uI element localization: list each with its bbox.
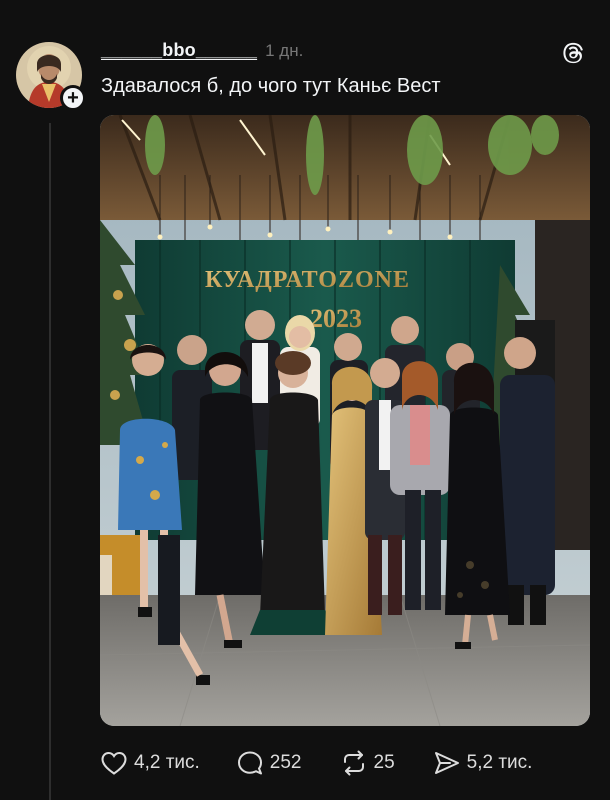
post-actions-bar: 4,2 тис. 252 25 5,2 тис.: [100, 746, 590, 780]
thread-post: + ______bbo______ 1 дн. Здавалося б, до …: [0, 0, 610, 800]
like-count: 4,2 тис.: [134, 752, 200, 773]
share-count: 5,2 тис.: [466, 752, 533, 773]
post-header: ______bbo______ 1 дн.: [101, 40, 303, 61]
photo-sign-year: 2023: [310, 304, 362, 333]
heart-icon: [101, 751, 127, 775]
threads-logo-icon[interactable]: [560, 40, 586, 66]
share-button[interactable]: 5,2 тис.: [433, 750, 533, 776]
group-photo-image: КУАДРАТОZONE 2023: [100, 115, 590, 726]
photo-sign-text: КУАДРАТОZONE: [205, 267, 410, 293]
thread-line: [49, 123, 51, 800]
follow-button[interactable]: +: [60, 85, 86, 111]
send-icon: [434, 752, 459, 774]
post-timestamp[interactable]: 1 дн.: [265, 41, 303, 61]
repost-button[interactable]: 25: [340, 750, 395, 776]
post-photo[interactable]: КУАДРАТОZONE 2023: [100, 115, 590, 726]
repost-icon: [343, 750, 364, 776]
comment-count: 252: [269, 752, 302, 773]
repost-count: 25: [373, 752, 395, 773]
like-button[interactable]: 4,2 тис.: [100, 750, 200, 776]
username-link[interactable]: ______bbo______: [101, 40, 257, 61]
post-text: Здавалося б, до чого тут Каньє Вест: [101, 75, 441, 97]
comment-bubble-icon: [237, 751, 262, 775]
comment-button[interactable]: 252: [236, 750, 302, 776]
